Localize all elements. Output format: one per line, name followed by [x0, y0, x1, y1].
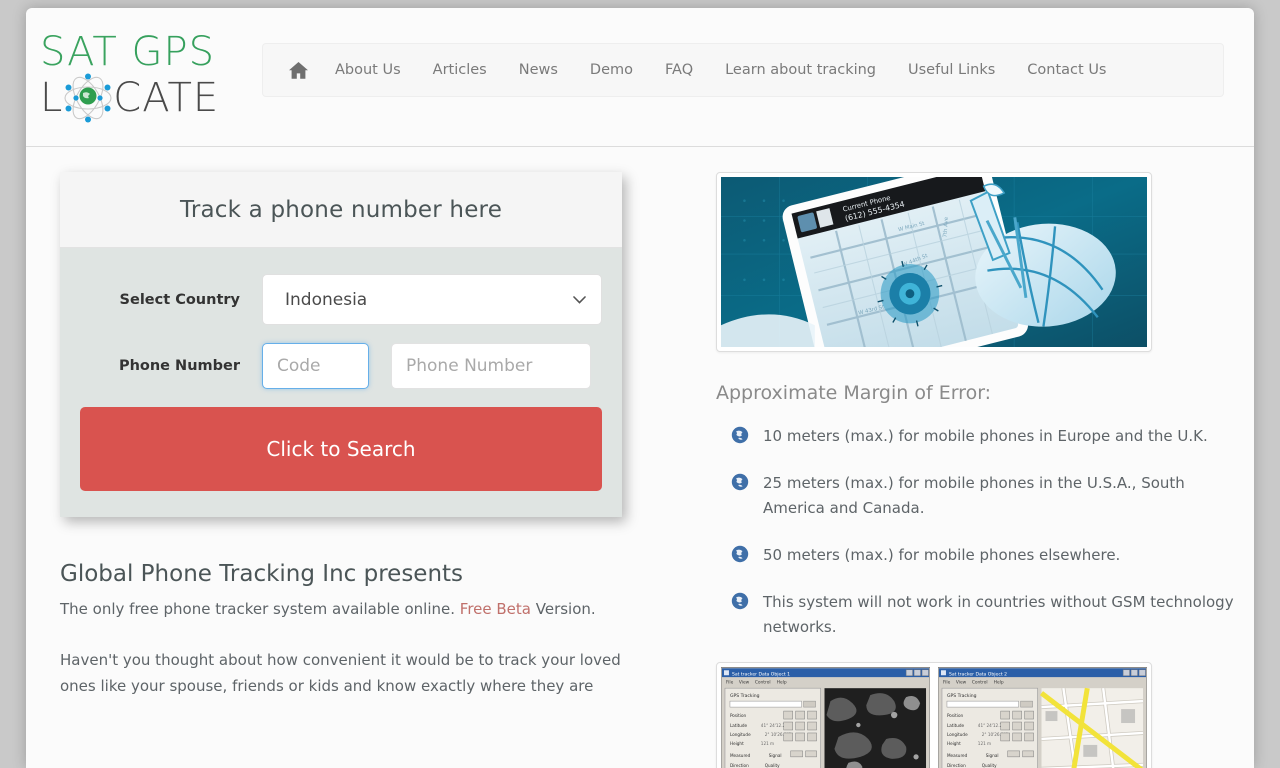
svg-text:Sat tracker Data Object 2: Sat tracker Data Object 2 [949, 671, 1007, 677]
svg-text:Longitude: Longitude [947, 732, 968, 737]
svg-text:GPS Tracking: GPS Tracking [947, 693, 977, 699]
nav-item-faq[interactable]: FAQ [649, 44, 709, 96]
atom-globe-icon [64, 73, 112, 123]
svg-text:Control: Control [755, 680, 771, 686]
svg-text:121 m: 121 m [978, 741, 991, 746]
svg-text:Sat tracker Data Object 1: Sat tracker Data Object 1 [732, 671, 790, 677]
svg-text:Direction: Direction [947, 763, 966, 768]
svg-text:Direction: Direction [730, 763, 749, 768]
list-item-text: 25 meters (max.) for mobile phones in th… [763, 474, 1185, 517]
svg-text:File: File [726, 680, 734, 686]
globe-icon [731, 592, 749, 610]
select-country-label: Select Country [119, 291, 240, 308]
svg-text:Longitude: Longitude [730, 732, 751, 737]
logo-text-sat: SAT [40, 29, 132, 75]
track-panel-body: Select Country Indonesia Phone Number Co… [60, 248, 622, 517]
free-beta-link[interactable]: Free Beta [460, 600, 531, 618]
phone-row: Phone Number [80, 343, 602, 389]
home-icon [288, 61, 308, 79]
svg-text:View: View [956, 680, 967, 686]
nav-item-news[interactable]: News [503, 44, 574, 96]
svg-text:View: View [739, 680, 750, 686]
svg-text:GPS Tracking: GPS Tracking [730, 693, 760, 699]
hero-image: Current Phone (612) 555-4354 W Main St W… [721, 177, 1147, 347]
svg-text:Signal: Signal [769, 753, 782, 758]
hero-image-frame: Current Phone (612) 555-4354 W Main St W… [716, 172, 1152, 352]
track-panel-title: Track a phone number here [179, 196, 503, 223]
logo-line-top: SAT GPS [40, 30, 230, 74]
track-phone-panel: Track a phone number here Select Country… [60, 172, 622, 517]
phone-number-input[interactable] [391, 343, 591, 389]
header-divider [26, 146, 1254, 147]
margin-of-error-list: 10 meters (max.) for mobile phones in Eu… [716, 424, 1236, 640]
nav-item-demo[interactable]: Demo [574, 44, 649, 96]
right-column: Current Phone (612) 555-4354 W Main St W… [716, 172, 1236, 768]
svg-text:Quality: Quality [765, 763, 780, 768]
logo-text-gps: GPS [131, 29, 216, 75]
intro-subtitle-before: The only free phone tracker system avail… [60, 600, 460, 618]
svg-text:Quality: Quality [982, 763, 997, 768]
nav-item-learn-about-tracking[interactable]: Learn about tracking [709, 44, 892, 96]
country-select-wrapper: Indonesia [262, 274, 602, 325]
svg-text:File: File [943, 680, 951, 686]
svg-text:Measured: Measured [947, 753, 968, 758]
nav-item-contact-us[interactable]: Contact Us [1011, 44, 1122, 96]
site-logo[interactable]: SAT GPS L CATE [40, 30, 230, 130]
nav-item-about-us[interactable]: About Us [319, 44, 417, 96]
logo-text-cate: CATE [113, 75, 220, 121]
svg-text:Help: Help [994, 680, 1004, 686]
list-item: This system will not work in countries w… [716, 590, 1236, 640]
logo-text-l: L [40, 75, 64, 121]
svg-text:Signal: Signal [986, 753, 999, 758]
logo-line-bottom: L CATE [40, 73, 230, 123]
svg-text:Position: Position [947, 713, 964, 718]
globe-icon [731, 426, 749, 444]
svg-text:Control: Control [972, 680, 988, 686]
nav-item-useful-links[interactable]: Useful Links [892, 44, 1011, 96]
list-item-text: 50 meters (max.) for mobile phones elsew… [763, 546, 1121, 564]
svg-text:Position: Position [730, 713, 747, 718]
country-code-input[interactable] [262, 343, 369, 389]
svg-text:Height: Height [947, 741, 961, 746]
list-item-text: This system will not work in countries w… [763, 593, 1234, 636]
software-screenshots: Sat tracker Data Object 1 File View Contro… [716, 662, 1152, 768]
country-select[interactable]: Indonesia [262, 274, 602, 325]
nav-home-link[interactable] [277, 44, 319, 96]
globe-icon [731, 473, 749, 491]
svg-text:Measured: Measured [730, 753, 751, 758]
track-panel-header: Track a phone number here [60, 172, 622, 248]
list-item: 25 meters (max.) for mobile phones in th… [716, 471, 1236, 521]
list-item-text: 10 meters (max.) for mobile phones in Eu… [763, 427, 1208, 445]
intro-subtitle-after: Version. [530, 600, 596, 618]
thumbnail-street-map-view: Sat tracker Data Object 2 File View Contro… [938, 667, 1147, 768]
svg-text:Height: Height [730, 741, 744, 746]
page-card: SAT GPS L CATE About Us Articles News De… [26, 8, 1254, 768]
thumbnail-satellite-view: Sat tracker Data Object 1 File View Contro… [721, 667, 930, 768]
nav-item-articles[interactable]: Articles [417, 44, 503, 96]
svg-text:Latitude: Latitude [947, 723, 965, 728]
intro-subtitle: The only free phone tracker system avail… [60, 597, 630, 621]
intro-paragraph: Haven't you thought about how convenient… [60, 651, 621, 695]
list-item: 50 meters (max.) for mobile phones elsew… [716, 543, 1236, 568]
svg-text:121 m: 121 m [761, 741, 774, 746]
main-navigation: About Us Articles News Demo FAQ Learn ab… [262, 43, 1224, 97]
globe-icon [731, 545, 749, 563]
svg-text:Latitude: Latitude [730, 723, 748, 728]
intro-title: Global Phone Tracking Inc presents [60, 561, 464, 587]
site-header: SAT GPS L CATE About Us Articles News De… [26, 8, 1254, 147]
country-row: Select Country Indonesia [80, 274, 602, 325]
phone-number-label: Phone Number [118, 358, 240, 374]
intro-section: Global Phone Tracking Inc presents The o… [60, 561, 630, 699]
list-item: 10 meters (max.) for mobile phones in Eu… [716, 424, 1236, 449]
click-to-search-button[interactable]: Click to Search [80, 407, 602, 491]
left-column: Track a phone number here Select Country… [60, 172, 622, 699]
margin-of-error-title: Approximate Margin of Error: [716, 382, 992, 404]
svg-text:Help: Help [777, 680, 787, 686]
